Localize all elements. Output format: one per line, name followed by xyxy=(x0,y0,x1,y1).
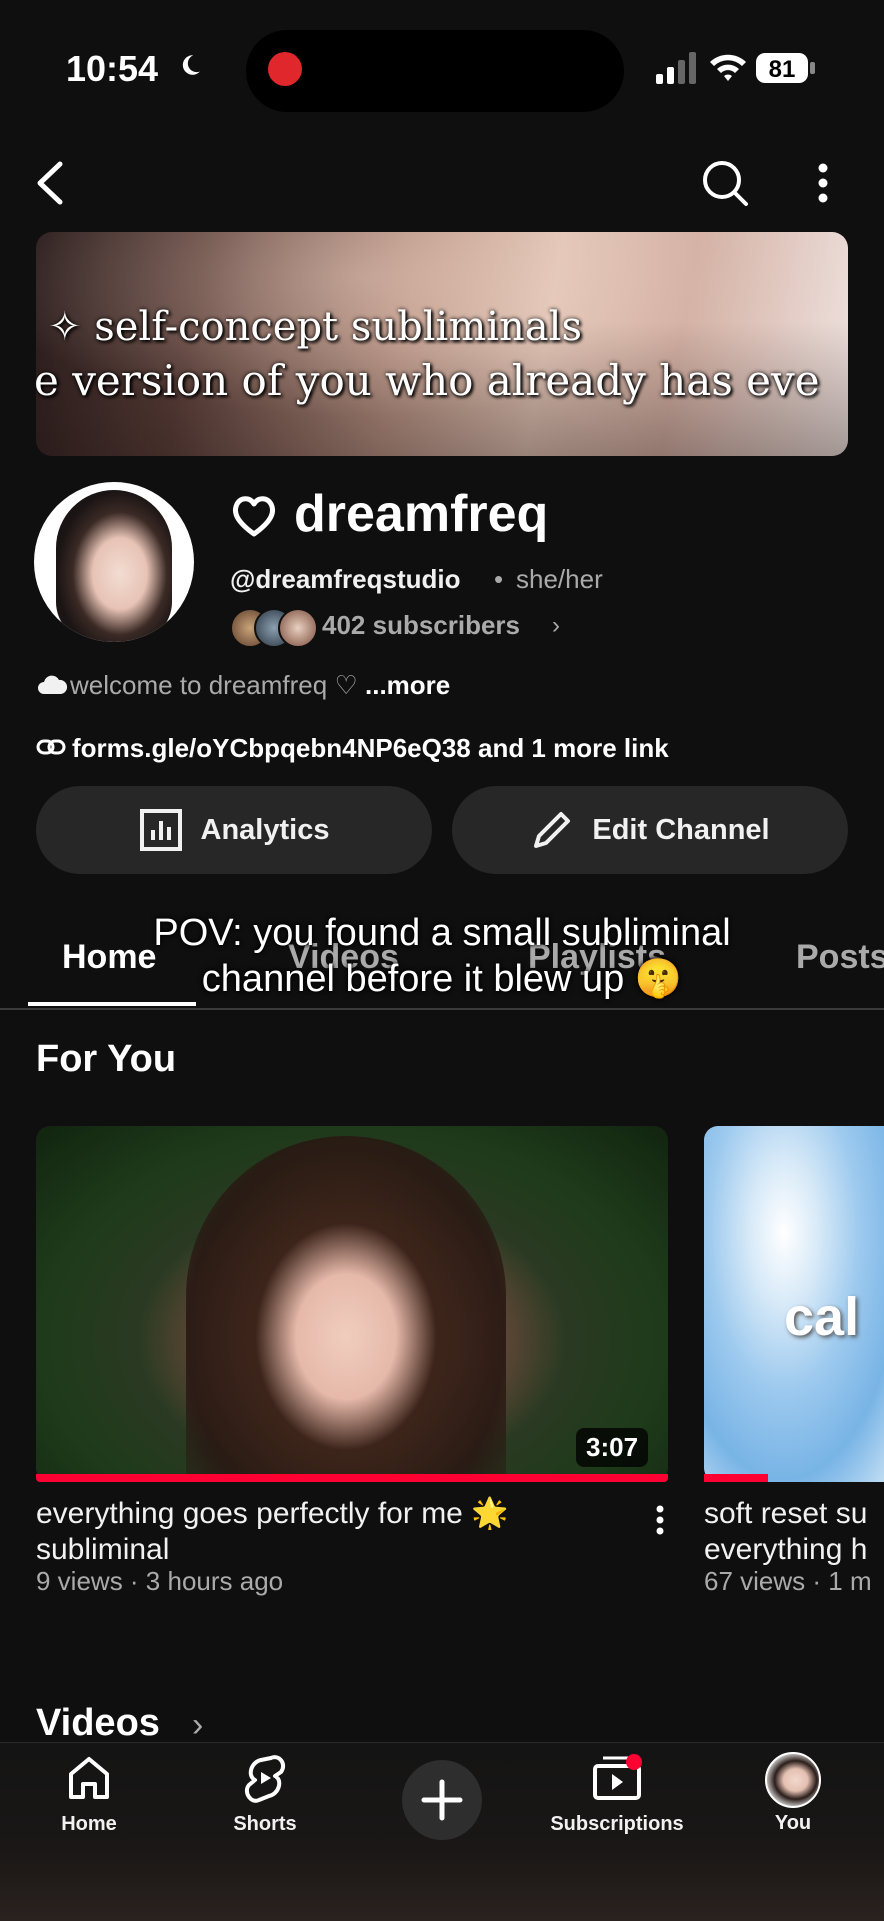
pencil-icon xyxy=(534,812,571,848)
analytics-icon xyxy=(139,809,182,851)
recording-indicator xyxy=(268,52,302,86)
create-button[interactable] xyxy=(402,1760,482,1840)
heart-icon xyxy=(232,496,276,537)
video-title-line1: soft reset su xyxy=(704,1497,868,1530)
channel-description[interactable]: welcome to dreamfreq ♡ ...more xyxy=(70,670,450,701)
watch-progress-bar xyxy=(704,1474,768,1482)
nav-subscriptions-label: Subscriptions xyxy=(550,1813,684,1835)
edit-channel-button[interactable]: Edit Channel xyxy=(452,786,848,874)
nav-shorts-label: Shorts xyxy=(233,1813,297,1835)
caption-line1: POV: you found a small subliminal xyxy=(153,912,731,954)
caption-line2: channel before it blew up 🤫 xyxy=(201,958,683,1000)
video-thumbnail[interactable]: cal xyxy=(704,1126,884,1482)
more-link[interactable]: ...more xyxy=(365,670,450,700)
status-time: 10:54 xyxy=(66,48,159,89)
back-icon[interactable] xyxy=(30,158,74,208)
chevron-right-icon[interactable]: › xyxy=(192,1706,203,1745)
video-thumbnail[interactable] xyxy=(36,1126,668,1482)
search-icon[interactable] xyxy=(700,158,750,208)
banner-text-line1: ✧ self-concept subliminals xyxy=(48,304,582,350)
plus-icon xyxy=(421,1779,463,1821)
thumbnail-image xyxy=(186,1136,506,1482)
video-title-line2: everything h xyxy=(704,1533,868,1566)
shorts-icon xyxy=(244,1755,286,1803)
analytics-label: Analytics xyxy=(200,813,330,846)
description-text: welcome to dreamfreq ♡ xyxy=(70,670,358,700)
edit-channel-label: Edit Channel xyxy=(592,813,770,846)
subscriptions-icon xyxy=(593,1754,642,1800)
chevron-right-icon[interactable]: › xyxy=(552,612,560,640)
for-you-heading: For You xyxy=(36,1038,177,1080)
watch-progress-bar xyxy=(36,1474,668,1482)
nav-subscriptions[interactable]: Subscriptions xyxy=(542,1752,692,1836)
videos-heading[interactable]: Videos xyxy=(36,1702,160,1745)
cloud-icon xyxy=(38,675,68,694)
avatar-image xyxy=(56,490,172,642)
link-icon xyxy=(36,739,66,755)
user-avatar xyxy=(765,1752,821,1808)
video-meta: 67 views · 1 m xyxy=(704,1566,872,1596)
channel-pronouns: she/her xyxy=(516,564,603,594)
moon-icon xyxy=(182,55,200,75)
cellular-signal-icon xyxy=(656,52,696,84)
battery-level: 81 xyxy=(768,56,796,83)
subscriber-avatar xyxy=(278,608,318,648)
more-options-icon[interactable] xyxy=(808,158,838,208)
nav-shorts[interactable]: Shorts xyxy=(190,1752,340,1836)
dynamic-island xyxy=(246,30,624,112)
nav-home-label: Home xyxy=(61,1813,117,1835)
thumbnail-text: cal xyxy=(784,1287,860,1347)
active-tab-indicator xyxy=(28,1002,196,1006)
banner-text-line2: e version of you who already has eve xyxy=(36,356,820,405)
video-duration: 3:07 xyxy=(576,1428,649,1467)
channel-avatar[interactable] xyxy=(34,482,194,642)
nav-home[interactable]: Home xyxy=(14,1752,164,1836)
subscriber-count[interactable]: 402 subscribers xyxy=(322,610,520,641)
video-title[interactable]: everything goes perfectly for me 🌟 subli… xyxy=(36,1496,576,1568)
channel-links[interactable]: forms.gle/oYCbpqebn4NP6eQ38 and 1 more l… xyxy=(72,733,669,764)
nav-you[interactable]: You xyxy=(718,1752,868,1835)
video-more-icon[interactable] xyxy=(652,1504,668,1536)
nav-you-label: You xyxy=(774,1812,812,1834)
channel-name: dreamfreq xyxy=(294,485,549,543)
channel-handle: @dreamfreqstudio xyxy=(230,564,461,594)
overlay-caption: POV: you found a small subliminal channe… xyxy=(0,910,884,1002)
separator-dot: • xyxy=(494,564,504,594)
analytics-button[interactable]: Analytics xyxy=(36,786,432,874)
tabs-divider xyxy=(0,1008,884,1010)
channel-banner: ✧ self-concept subliminals e version of … xyxy=(36,232,848,456)
video-title[interactable]: soft reset su everything h xyxy=(704,1496,884,1568)
home-icon xyxy=(69,1757,109,1799)
wifi-icon xyxy=(710,54,746,81)
video-meta: 9 views · 3 hours ago xyxy=(36,1566,284,1596)
